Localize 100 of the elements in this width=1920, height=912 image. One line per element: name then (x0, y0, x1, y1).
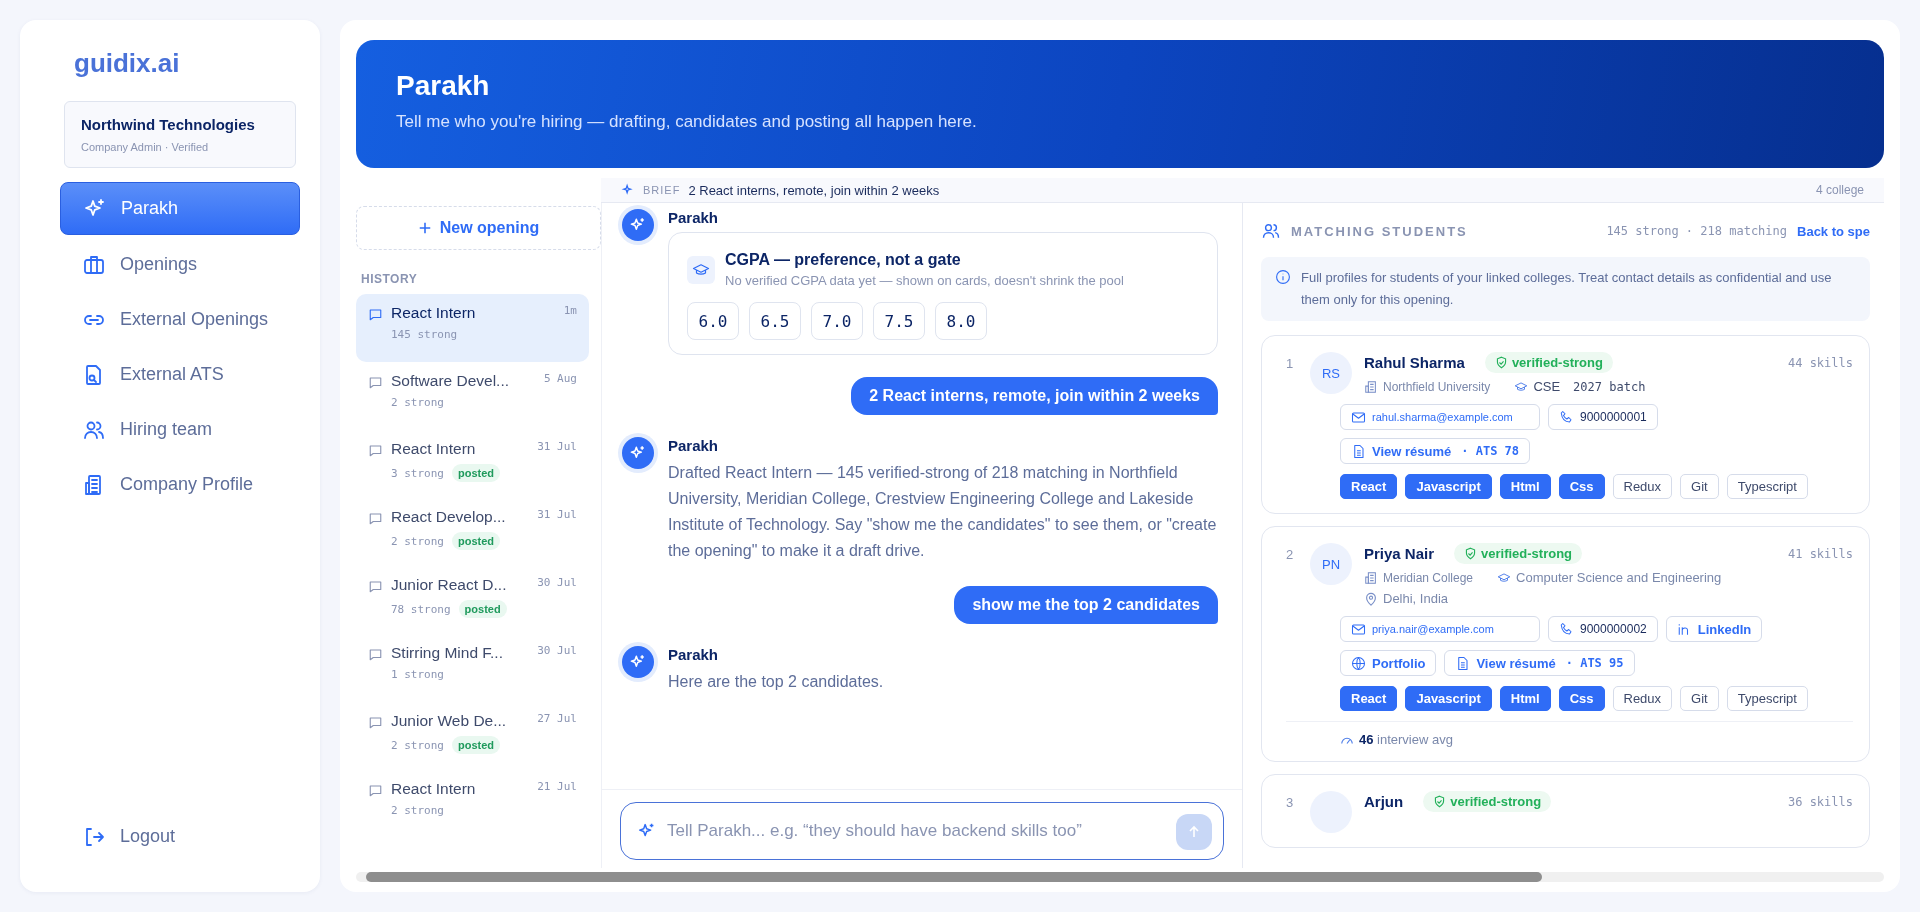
branch-name: CSE (1533, 379, 1561, 394)
skill-tag: Css (1558, 686, 1605, 711)
cgpa-option[interactable]: 7.5 (873, 302, 925, 340)
history-time: 30 Jul (537, 576, 577, 591)
posted-badge: posted (452, 736, 501, 754)
skill-tag: Css (1558, 474, 1605, 499)
history-time: 21 Jul (537, 780, 577, 795)
history-title: Junior React D... (391, 576, 507, 594)
back-link[interactable]: Back to spe (1797, 223, 1870, 239)
history-item[interactable]: Junior Web De... 27 Jul 2 strong posted (356, 702, 589, 770)
skill-tag: Git (1680, 474, 1719, 499)
history-title: React Intern (391, 304, 476, 322)
history-title: Software Devel... (391, 372, 510, 390)
cgpa-option[interactable]: 6.5 (749, 302, 801, 340)
logout-link[interactable]: Logout (60, 811, 300, 862)
posted-badge: posted (452, 464, 501, 482)
posted-badge: posted (452, 532, 501, 550)
history-time: 30 Jul (537, 644, 577, 659)
new-opening-button[interactable]: New opening (356, 206, 601, 250)
message-author: Parakh (668, 646, 720, 663)
verified-badge: verified-strong (1484, 352, 1613, 373)
cgpa-option[interactable]: 7.0 (811, 302, 863, 340)
cgpa-option[interactable]: 6.0 (687, 302, 739, 340)
strong-count: 145 strong (391, 328, 458, 341)
portfolio-link[interactable]: Portfolio (1340, 650, 1437, 676)
chat-input[interactable]: Tell Parakh... e.g. “they should have backend skills too” (620, 802, 1224, 860)
strong-count: 2 strong (391, 804, 444, 817)
college-name: Northfield University (1383, 379, 1491, 394)
history-title: React Intern (391, 440, 476, 458)
history-time: 1m (563, 304, 577, 319)
nav-item[interactable]: External Openings (60, 294, 300, 345)
skill-tag: Redux (1612, 474, 1673, 499)
email-chip[interactable]: priya.nair@example.com (1340, 616, 1540, 642)
history-time: 31 Jul (537, 440, 577, 455)
nav-item[interactable]: External ATS (60, 349, 300, 400)
strong-count: 2 strong (391, 534, 444, 548)
history-title: React Intern (391, 780, 476, 798)
history-title: Junior Web De... (391, 712, 507, 730)
nav-item[interactable]: Hiring team (60, 404, 300, 455)
history-item[interactable]: React Intern 21 Jul 2 strong (356, 770, 589, 838)
history-time: 5 Aug (543, 372, 577, 387)
batch-year: 2027 batch (1573, 379, 1646, 394)
strong-count: 3 strong (391, 466, 444, 480)
avatar-initials: RS (1310, 352, 1352, 394)
rank-number: 1 (1286, 356, 1295, 373)
page-title: Parakh (396, 70, 491, 102)
user-message: 2 React interns, remote, join within 2 weeks (851, 377, 1218, 415)
skills-count: 36 skills (1787, 794, 1853, 809)
skill-tag: Typescript (1726, 686, 1808, 711)
student-location: Delhi, India (1383, 591, 1449, 606)
phone-chip[interactable]: 9000000002 (1548, 616, 1658, 642)
skills-count: 41 skills (1787, 546, 1853, 561)
skill-tag: Html (1499, 474, 1551, 499)
cgpa-title: CGPA — preference, not a gate (725, 251, 962, 269)
linkedin-link[interactable]: LinkedIn (1665, 616, 1763, 642)
student-name: Rahul Sharma (1364, 354, 1465, 371)
strong-count: 1 strong (391, 668, 444, 681)
match-summary: 145 strong · 218 matching (1606, 224, 1787, 238)
notice-text: Full profiles for students of your linked colleges. Treat contact details as confidential and use them only for this opening. (1301, 269, 1833, 309)
phone-chip[interactable]: 9000000001 (1548, 404, 1658, 430)
resume-link[interactable]: View résumé · ATS 78 (1340, 438, 1531, 464)
skill-tag: Html (1499, 686, 1551, 711)
resume-link[interactable]: View résumé · ATS 95 (1444, 650, 1635, 676)
history-item[interactable]: React Intern 1m 145 strong (356, 294, 589, 362)
history-heading: HISTORY (361, 272, 419, 286)
strong-count: 2 strong (391, 738, 444, 752)
history-item[interactable]: React Intern 31 Jul 3 strong posted (356, 430, 589, 498)
rank-number: 2 (1286, 547, 1295, 564)
section-heading: MATCHING STUDENTS (1291, 223, 1469, 239)
verified-badge: verified-strong (1454, 543, 1583, 564)
history-time: 27 Jul (537, 712, 577, 727)
strong-count: 78 strong (391, 602, 451, 616)
nav-item[interactable]: Parakh (60, 182, 300, 235)
history-item[interactable]: Stirring Mind F... 30 Jul 1 strong (356, 634, 589, 702)
college-name: Meridian College (1383, 570, 1474, 585)
email-chip[interactable]: rahul.sharma@example.com (1340, 404, 1540, 430)
skill-tag: Typescript (1726, 474, 1808, 499)
history-item[interactable]: Junior React D... 30 Jul 78 strong posted (356, 566, 589, 634)
history-item[interactable]: React Develop... 31 Jul 2 strong posted (356, 498, 589, 566)
skill-tag: Redux (1612, 686, 1673, 711)
nav-item[interactable]: Company Profile (60, 459, 300, 510)
message-author: Parakh (668, 209, 720, 226)
skill-tag: Git (1680, 686, 1719, 711)
assistant-message: Drafted React Intern — 145 verified-strong of 218 matching in Northfield University, Meridian College, Crestview Engineering College and Lakeside Institute of Technology. Say "show me the candidates" to see them, or "create the opening" to make it a draft drive. (668, 463, 1218, 561)
avatar-initials: PN (1310, 543, 1352, 585)
brief-text: 2 React interns, remote, join within 2 weeks (688, 182, 941, 198)
strong-count: 2 strong (391, 396, 444, 409)
student-name: Arjun (1364, 793, 1404, 810)
logo: guidix.ai (74, 48, 181, 79)
page-subtitle: Tell me who you're hiring — drafting, candidates and posting all happen here. (396, 112, 978, 132)
interview-average: 46 interview avg (1359, 732, 1453, 747)
nav-item[interactable]: Openings (60, 239, 300, 290)
student-name: Priya Nair (1364, 545, 1435, 562)
skills-count: 44 skills (1787, 355, 1853, 370)
cgpa-option[interactable]: 8.0 (935, 302, 987, 340)
message-author: Parakh (668, 437, 720, 454)
company-name: Northwind Technologies (81, 116, 256, 133)
skill-tag: Javascript (1405, 686, 1492, 711)
history-item[interactable]: Software Devel... 5 Aug 2 strong (356, 362, 589, 430)
posted-badge: posted (458, 600, 507, 618)
